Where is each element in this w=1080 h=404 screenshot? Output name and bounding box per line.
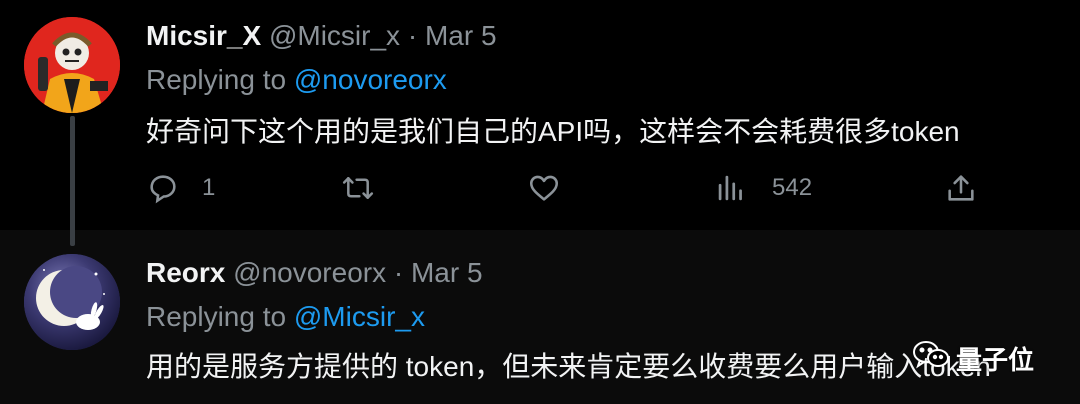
replying-to-line: Replying to @Micsir_x [146, 301, 425, 333]
tweet-text: 好奇问下这个用的是我们自己的API吗，这样会不会耗费很多token [146, 116, 960, 147]
separator-dot: · [407, 20, 418, 51]
views-count: 542 [772, 174, 813, 201]
replying-to-label: Replying to [146, 301, 287, 332]
avatar-micsir-illustration [24, 17, 120, 113]
reply-icon [146, 171, 180, 205]
tweet-date[interactable]: Mar 5 [411, 257, 483, 288]
tweet-actions: 1 542 [0, 168, 1080, 208]
replying-to-line: Replying to @novoreorx [146, 64, 447, 96]
reply-button[interactable]: 1 [146, 168, 215, 208]
thread-connector-line [70, 116, 75, 246]
replying-to-mention[interactable]: @Micsir_x [294, 301, 425, 332]
avatar-micsir[interactable] [24, 17, 120, 113]
tweet-date[interactable]: Mar 5 [425, 20, 497, 51]
tweet-micsir[interactable]: Micsir_X @Micsir_x · Mar 5 Replying to @… [0, 0, 1080, 230]
author-handle[interactable]: @Micsir_x [269, 20, 400, 51]
watermark-text: 量子位 [956, 344, 1035, 375]
separator-dot: · [393, 257, 404, 288]
views-button[interactable]: 542 [716, 168, 812, 208]
avatar-reorx[interactable] [24, 254, 120, 350]
retweet-icon [340, 171, 376, 205]
heart-icon [526, 171, 562, 205]
reply-count: 1 [202, 174, 216, 201]
share-button[interactable] [944, 168, 978, 208]
tweet-text: 用的是服务方提供的 token，但未来肯定要么收费要么用户输入token [146, 351, 991, 382]
author-name[interactable]: Reorx [146, 257, 225, 288]
author-handle[interactable]: @novoreorx [233, 257, 386, 288]
tweet-header: Reorx @novoreorx · Mar 5 [146, 257, 483, 289]
like-button[interactable] [526, 168, 562, 208]
replying-to-label: Replying to [146, 64, 287, 95]
author-name[interactable]: Micsir_X [146, 20, 261, 51]
share-icon [944, 171, 978, 205]
avatar-reorx-illustration [24, 254, 120, 350]
retweet-button[interactable] [340, 168, 376, 208]
watermark: 量子位 [912, 338, 1034, 378]
views-bar-chart-icon [716, 171, 746, 205]
tweet-header: Micsir_X @Micsir_x · Mar 5 [146, 20, 497, 52]
replying-to-mention[interactable]: @novoreorx [294, 64, 447, 95]
wechat-icon [912, 339, 950, 378]
